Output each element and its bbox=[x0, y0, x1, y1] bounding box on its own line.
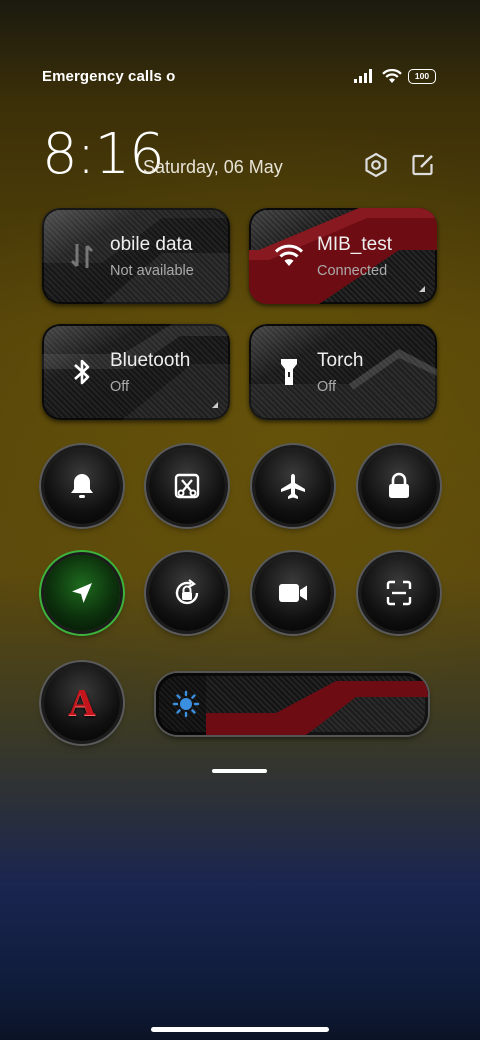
gear-icon bbox=[365, 152, 387, 178]
wifi-status-icon bbox=[382, 68, 402, 83]
scanner-icon bbox=[386, 580, 412, 606]
tile-subtitle: Not available bbox=[110, 263, 194, 279]
status-bar: Emergency calls o 100 bbox=[42, 66, 436, 86]
tile-subtitle: Off bbox=[317, 379, 337, 395]
airplane-icon bbox=[281, 474, 305, 499]
battery-level: 100 bbox=[414, 71, 430, 81]
mobile-data-tile[interactable]: obile data Not available bbox=[42, 208, 230, 304]
scanner-toggle[interactable] bbox=[361, 555, 437, 631]
lock-screen-toggle[interactable] bbox=[361, 448, 437, 524]
location-icon bbox=[72, 583, 92, 603]
video-toggle[interactable] bbox=[255, 555, 331, 631]
battery-icon: 100 bbox=[408, 68, 436, 84]
bluetooth-icon bbox=[64, 354, 100, 390]
settings-button[interactable] bbox=[363, 152, 389, 178]
torch-icon bbox=[271, 354, 307, 390]
video-camera-icon bbox=[279, 584, 307, 602]
carrier-text: Emergency calls o bbox=[42, 67, 176, 85]
expand-corner-icon bbox=[419, 286, 425, 292]
status-icons: 100 bbox=[354, 68, 436, 84]
reading-mode-icon: A bbox=[68, 682, 96, 724]
airplane-mode-toggle[interactable] bbox=[255, 448, 331, 524]
location-toggle[interactable] bbox=[44, 555, 120, 631]
reading-mode-toggle[interactable]: A bbox=[44, 665, 120, 741]
mobile-data-icon bbox=[64, 238, 100, 274]
bell-icon bbox=[71, 474, 93, 498]
edit-icon bbox=[412, 154, 433, 176]
panel-handle[interactable] bbox=[212, 769, 267, 773]
tile-subtitle: Connected bbox=[317, 263, 388, 279]
screenshot-icon bbox=[174, 473, 200, 499]
rotation-lock-toggle[interactable] bbox=[149, 555, 225, 631]
tile-subtitle: Off bbox=[110, 379, 130, 395]
lock-icon bbox=[389, 472, 409, 498]
home-indicator[interactable] bbox=[151, 1027, 329, 1032]
ring-mode-toggle[interactable] bbox=[44, 448, 120, 524]
expand-corner-icon bbox=[212, 402, 218, 408]
brightness-icon bbox=[172, 690, 200, 718]
tile-title: Torch bbox=[317, 350, 364, 371]
signal-icon bbox=[354, 69, 372, 83]
rotation-lock-icon bbox=[175, 579, 199, 605]
screenshot-toggle[interactable] bbox=[149, 448, 225, 524]
brightness-slider[interactable] bbox=[156, 673, 428, 735]
bluetooth-tile[interactable]: Bluetooth Off bbox=[42, 324, 230, 420]
edit-button[interactable] bbox=[410, 152, 436, 178]
wifi-tile[interactable]: MIB_test Connected bbox=[249, 208, 437, 304]
tile-title: Bluetooth bbox=[110, 350, 191, 371]
clock-date: Saturday, 06 May bbox=[143, 157, 283, 177]
wifi-icon bbox=[271, 238, 307, 274]
tile-title: MIB_test bbox=[317, 234, 392, 255]
torch-tile[interactable]: Torch Off bbox=[249, 324, 437, 420]
tile-title: obile data bbox=[110, 234, 193, 255]
